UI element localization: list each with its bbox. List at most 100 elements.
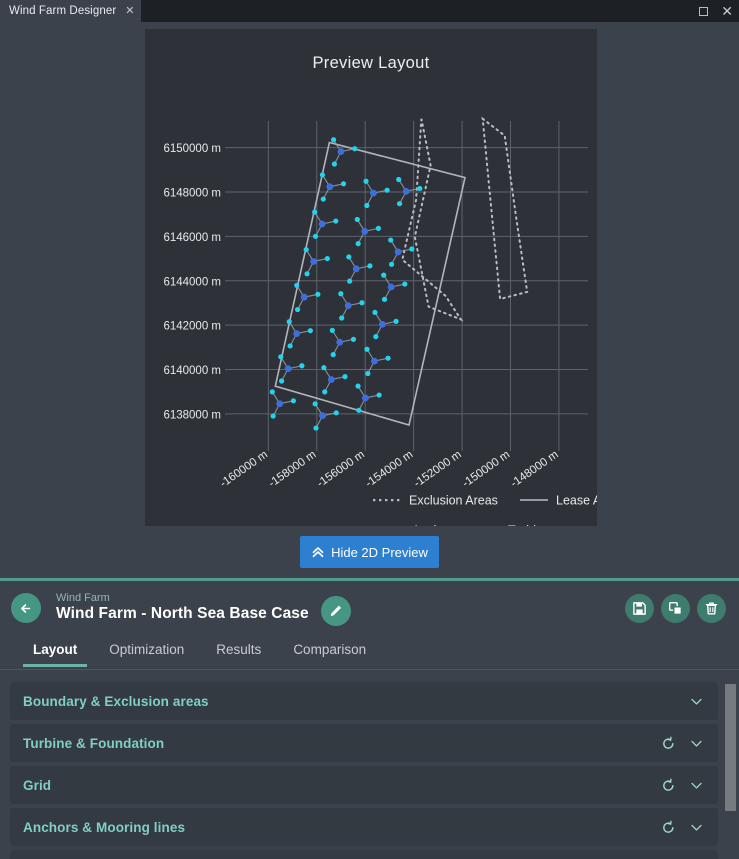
back-button[interactable] bbox=[11, 593, 41, 623]
anchor-marker bbox=[373, 334, 379, 340]
accordion-icons bbox=[661, 820, 704, 835]
anchor-marker bbox=[338, 291, 344, 297]
tab-results[interactable]: Results bbox=[200, 636, 277, 665]
anchor-marker bbox=[319, 172, 326, 178]
anchor-marker bbox=[388, 237, 394, 243]
accordion-scrollbar-thumb[interactable] bbox=[725, 684, 736, 811]
lease-area-polygon bbox=[274, 141, 466, 427]
accordion-boundary-exclusion-areas[interactable]: Boundary & Exclusion areas bbox=[10, 682, 718, 720]
y-axis-tick-label: 6146000 m bbox=[163, 232, 221, 244]
chevron-down-icon[interactable] bbox=[689, 778, 704, 793]
accordion-label: Turbine & Foundation bbox=[23, 735, 165, 751]
anchor-marker bbox=[294, 306, 301, 313]
exclusion-area-polygon bbox=[481, 116, 529, 301]
anchor-marker bbox=[363, 178, 369, 184]
tab-layout[interactable]: Layout bbox=[17, 636, 93, 667]
wind-farm-sublabel: Wind Farm bbox=[56, 592, 110, 604]
duplicate-button[interactable] bbox=[661, 594, 690, 623]
preview-chart-panel: Preview Layout 6138000 m 6140000 m 6142000… bbox=[145, 29, 597, 526]
anchor-marker bbox=[330, 137, 337, 143]
anchor-marker bbox=[354, 216, 360, 223]
anchor-marker bbox=[322, 389, 328, 395]
anchor-marker bbox=[324, 255, 330, 262]
tab-label: Layout bbox=[33, 642, 78, 657]
anchor-marker bbox=[409, 246, 415, 252]
section-tabs: Layout Optimization Results Comparison bbox=[0, 636, 739, 670]
anchor-marker bbox=[393, 318, 399, 324]
exclusion-area-polygon bbox=[401, 118, 464, 322]
y-axis-tick-label: 6150000 m bbox=[163, 143, 221, 155]
x-axis-tick-label: -152000 m bbox=[412, 449, 464, 490]
turbine-marker bbox=[284, 365, 292, 373]
accordion-grid[interactable]: Grid bbox=[10, 766, 718, 804]
legend-label-anchors: Anchors bbox=[412, 523, 458, 526]
hide-2d-preview-button[interactable]: Hide 2D Preview bbox=[300, 536, 439, 568]
accordion-icons bbox=[661, 736, 704, 751]
accordion-icons bbox=[661, 778, 704, 793]
chevron-down-icon[interactable] bbox=[689, 820, 704, 835]
anchor-marker bbox=[385, 355, 391, 361]
turbine-marker bbox=[378, 320, 386, 328]
anchor-marker bbox=[312, 401, 318, 407]
turbine-marker bbox=[394, 248, 402, 256]
anchor-marker bbox=[356, 407, 362, 413]
edit-name-button[interactable] bbox=[321, 596, 351, 626]
turbine-marker bbox=[318, 220, 326, 228]
anchor-marker bbox=[342, 374, 348, 380]
anchor-marker bbox=[402, 281, 408, 287]
anchor-marker bbox=[312, 233, 319, 239]
turbine-marker bbox=[326, 183, 334, 191]
anchor-marker bbox=[350, 336, 357, 342]
anchor-marker bbox=[396, 201, 403, 207]
anchor-marker bbox=[313, 425, 319, 431]
anchor-marker bbox=[315, 291, 321, 297]
y-axis-tick-label: 6144000 m bbox=[163, 276, 221, 288]
floppy-disk-icon bbox=[633, 602, 646, 615]
maximize-icon[interactable] bbox=[699, 6, 709, 16]
anchor-marker bbox=[321, 365, 327, 371]
turbine-marker bbox=[370, 189, 377, 197]
reset-icon[interactable] bbox=[661, 820, 676, 835]
delete-button[interactable] bbox=[697, 594, 726, 623]
accordion-anchors-mooring-lines[interactable]: Anchors & Mooring lines bbox=[10, 808, 718, 846]
y-axis-tick-label: 6142000 m bbox=[163, 321, 221, 333]
tab-optimization[interactable]: Optimization bbox=[93, 636, 200, 665]
pencil-icon bbox=[330, 605, 342, 617]
x-axis-tick-label: -148000 m bbox=[509, 449, 561, 490]
anchor-marker bbox=[417, 185, 423, 192]
x-axis-tick-label: -160000 m bbox=[218, 449, 270, 490]
accordion-label: Anchors & Mooring lines bbox=[23, 819, 186, 835]
turbine-marker bbox=[293, 330, 301, 337]
anchor-marker bbox=[279, 378, 285, 384]
tab-label: Results bbox=[216, 642, 262, 657]
anchor-marker bbox=[359, 300, 365, 306]
turbine-marker bbox=[336, 338, 344, 346]
chevron-down-icon[interactable] bbox=[689, 736, 704, 751]
accordion-turbine-foundation[interactable]: Turbine & Foundation bbox=[10, 724, 718, 762]
anchor-marker bbox=[330, 352, 336, 358]
tab-comparison[interactable]: Comparison bbox=[277, 636, 382, 665]
preview-layout-plot[interactable]: 6138000 m 6140000 m 6142000 m 6144000 m 6146… bbox=[145, 29, 597, 526]
accordion-panel-5[interactable] bbox=[10, 850, 718, 859]
close-icon[interactable]: ✕ bbox=[721, 4, 733, 18]
anchor-marker bbox=[364, 202, 370, 209]
reset-icon[interactable] bbox=[661, 736, 676, 751]
turbine-marker bbox=[402, 187, 410, 195]
anchor-marker bbox=[312, 209, 318, 215]
anchor-marker bbox=[347, 278, 353, 284]
anchor-marker bbox=[381, 272, 387, 278]
anchor-marker bbox=[365, 370, 371, 377]
turbine-marker bbox=[327, 376, 335, 383]
tab-close-icon[interactable]: ✕ bbox=[125, 5, 134, 17]
x-axis-tick-label: -156000 m bbox=[315, 449, 367, 490]
reset-icon[interactable] bbox=[661, 778, 676, 793]
tab-label: Optimization bbox=[109, 642, 185, 657]
anchor-marker bbox=[388, 261, 395, 267]
wind-farm-actions bbox=[625, 594, 726, 623]
chevron-down-icon[interactable] bbox=[689, 694, 704, 709]
anchor-marker bbox=[278, 354, 284, 360]
save-button[interactable] bbox=[625, 594, 654, 623]
turbine-marker bbox=[371, 357, 378, 365]
wind-farm-header: Wind Farm Wind Farm - North Sea Base Cas… bbox=[0, 578, 739, 634]
window-tab-wind-farm-designer[interactable]: Wind Farm Designer ✕ bbox=[0, 0, 142, 22]
